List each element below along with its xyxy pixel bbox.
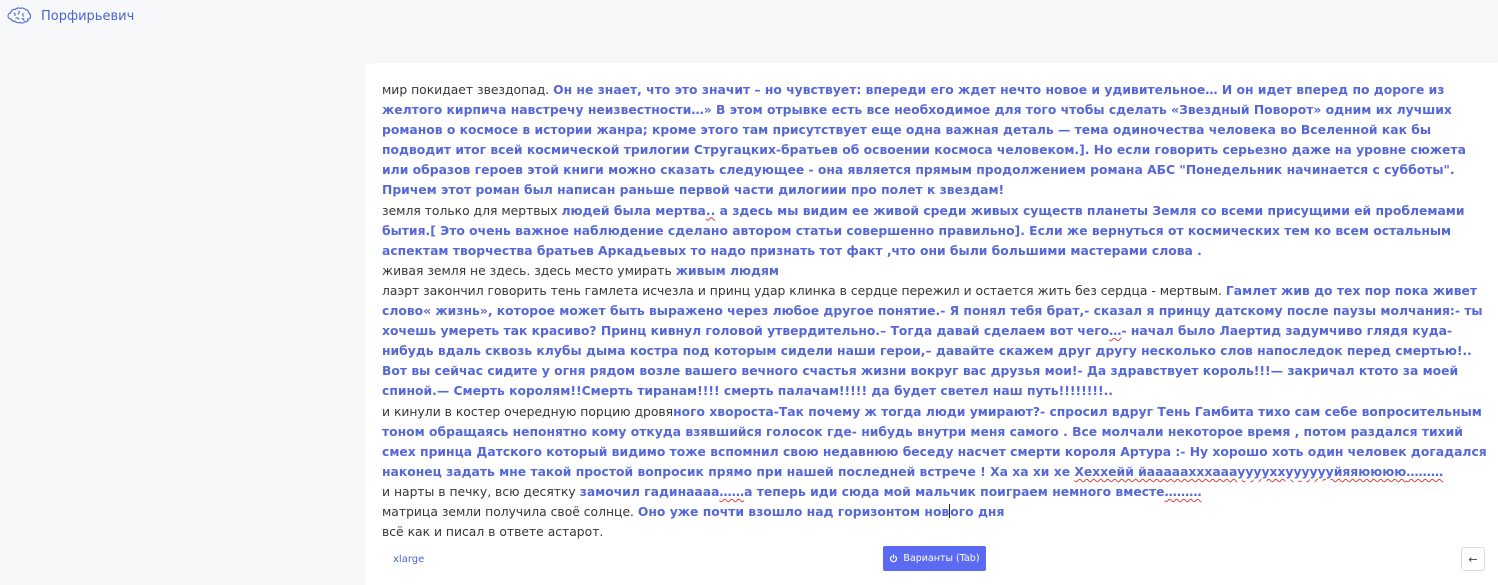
variants-button[interactable]: Варианты (Tab) <box>883 546 986 571</box>
text-editor[interactable]: мир покидает звездопад. Он не знает, что… <box>382 80 1488 542</box>
generated-text: … <box>1109 324 1122 339</box>
app-title: Порфирьевич <box>41 8 135 24</box>
user-text: земля только для мертвых <box>382 203 562 218</box>
generated-text: а теперь иди сюда мой мальчик поиграем н… <box>744 484 1165 499</box>
back-button[interactable]: ← <box>1461 547 1485 571</box>
text-paragraph: мир покидает звездопад. Он не знает, что… <box>382 80 1488 201</box>
user-text: и нарты в печку, всю десятку <box>382 484 580 499</box>
generated-text: ого дня <box>950 504 1005 519</box>
text-paragraph: всё как и писал в ответе астарот. <box>382 522 1488 542</box>
generated-text: .. <box>705 203 716 218</box>
text-paragraph: матрица земли получила своё солнце. Оно … <box>382 502 1488 522</box>
text-paragraph: и нарты в печку, всю десятку замочил гад… <box>382 482 1488 502</box>
generated-text: людей была мертва <box>561 203 706 218</box>
generated-text: ……… <box>1164 484 1202 499</box>
app-logo-link[interactable]: Порфирьевич <box>7 7 134 25</box>
variants-label: Варианты (Tab) <box>903 553 980 564</box>
arrow-left-icon: ← <box>1468 552 1478 566</box>
power-icon <box>889 554 898 563</box>
text-paragraph: лаэрт закончил говорить тень гамлета исч… <box>382 281 1488 402</box>
generated-text: Он не знает, что это значит – но чувству… <box>382 83 1466 198</box>
model-selector[interactable]: xlarge <box>393 554 424 565</box>
brain-icon <box>7 7 31 25</box>
user-text: и кинули в костер очередную порцию дровя <box>382 404 674 419</box>
app-header: Порфирьевич <box>0 0 1498 34</box>
text-paragraph: живая земля не здесь. здесь место умират… <box>382 261 1488 281</box>
generated-text: …… <box>719 484 745 499</box>
text-paragraph: и кинули в костер очередную порцию дровя… <box>382 402 1488 482</box>
generated-text: Хеххейй йааааахххаааууууххууууууйяяюююю <box>1074 464 1407 479</box>
editor-panel: мир покидает звездопад. Он не знает, что… <box>365 63 1498 585</box>
user-text: живая земля не здесь. здесь место умират… <box>382 263 676 278</box>
user-text: мир покидает звездопад. <box>382 83 554 97</box>
user-text: всё как и писал в ответе астарот. <box>382 525 604 540</box>
user-text: лаэрт закончил говорить тень гамлета исч… <box>382 283 1226 298</box>
generated-text: живым людям <box>675 263 780 278</box>
generated-text: ……… <box>1406 464 1444 479</box>
generated-text: замочил гадинаааа <box>579 484 720 499</box>
generated-text: Оно уже почти взошло над горизонтом нов <box>637 504 950 519</box>
text-paragraph: земля только для мертвых людей была мерт… <box>382 201 1488 261</box>
user-text: матрица земли получила своё солнце. <box>382 504 638 519</box>
